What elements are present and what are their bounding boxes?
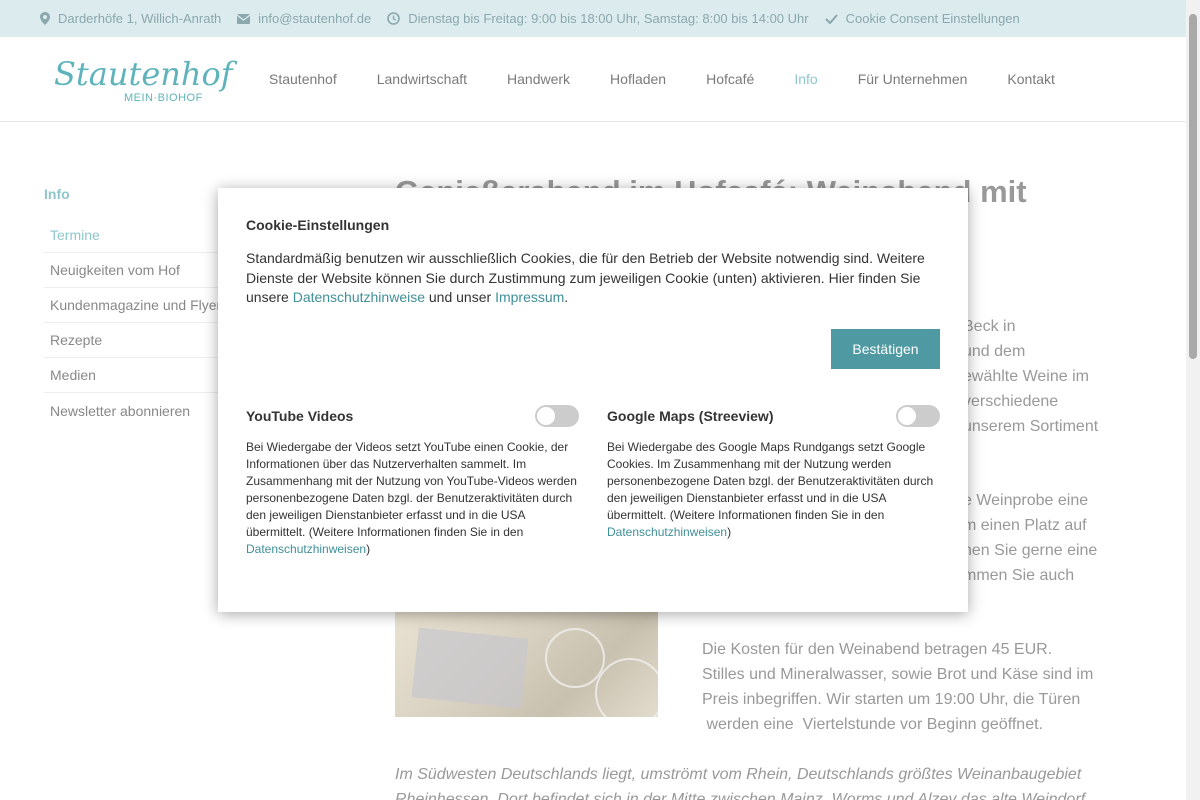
- image-paper-sheet: [411, 627, 529, 709]
- sidebar-item-medien[interactable]: Medien: [44, 358, 244, 393]
- image-glass: [545, 628, 605, 688]
- nav-kontakt[interactable]: Kontakt: [987, 71, 1074, 87]
- sidebar-item-rezepte[interactable]: Rezepte: [44, 323, 244, 358]
- main-nav: Stautenhof Landwirtschaft Handwerk Hofla…: [249, 37, 1075, 121]
- sidebar-item-kundenmagazine[interactable]: Kundenmagazine und Flyer: [44, 288, 244, 323]
- text-line: verschiedene: [963, 393, 1059, 410]
- intro-text-end: .: [564, 289, 569, 305]
- intro-text-middle: und unser: [425, 289, 496, 305]
- image-glass: [595, 658, 658, 717]
- page-scrollbar[interactable]: [1186, 0, 1200, 800]
- text-line: Beck in: [963, 318, 1016, 335]
- text-line: werden eine Viertelstunde vor Beginn geö…: [702, 716, 1043, 733]
- scrollbar-thumb[interactable]: [1189, 14, 1197, 359]
- privacy-notice-link[interactable]: Datenschutzhinweise: [293, 289, 425, 305]
- cookie-settings-dialog: Cookie-Einstellungen Standardmäßig benut…: [218, 188, 968, 612]
- nav-hofladen[interactable]: Hofladen: [590, 71, 686, 87]
- service-header: Google Maps (Streeview): [607, 403, 940, 429]
- service-title: YouTube Videos: [246, 408, 354, 424]
- logo-wordmark: Stautenhof: [54, 55, 238, 93]
- address-text: Darderhöfe 1, Willich-Anrath: [58, 11, 222, 26]
- service-desc-end: ): [366, 542, 371, 556]
- youtube-toggle[interactable]: [535, 405, 579, 427]
- stautenhof-logo[interactable]: Stautenhof MEIN·BIOHOF: [54, 55, 239, 105]
- nav-handwerk[interactable]: Handwerk: [487, 71, 590, 87]
- sidebar-title[interactable]: Info: [44, 186, 70, 202]
- service-desc-text: Bei Wiedergabe der Videos setzt YouTube …: [246, 440, 577, 539]
- confirm-button[interactable]: Bestätigen: [831, 329, 940, 369]
- service-google-maps: Google Maps (Streeview) Bei Wiedergabe d…: [607, 403, 940, 541]
- service-desc-end: ): [727, 525, 732, 539]
- article-paragraph-2: e Weinprobe eine m einen Platz auf nen S…: [963, 488, 1097, 588]
- text-line: mmen Sie auch: [963, 567, 1075, 584]
- location-pin-icon: [40, 12, 50, 25]
- toggle-knob: [537, 407, 555, 425]
- nav-landwirtschaft[interactable]: Landwirtschaft: [357, 71, 487, 87]
- sidebar-menu: Termine Neuigkeiten vom Hof Kundenmagazi…: [44, 218, 244, 428]
- article-italic-paragraph: Im Südwesten Deutschlands liegt, umström…: [395, 762, 1085, 800]
- article-paragraph-1: Beck in und dem ewählte Weine im verschi…: [963, 314, 1098, 439]
- nav-stautenhof[interactable]: Stautenhof: [249, 71, 357, 87]
- envelope-icon: [237, 13, 251, 24]
- text-line: m einen Platz auf: [963, 517, 1087, 534]
- youtube-privacy-link[interactable]: Datenschutzhinweisen: [246, 542, 366, 556]
- nav-fuer-unternehmen[interactable]: Für Unternehmen: [838, 71, 988, 87]
- text-line: e Weinprobe eine: [963, 492, 1089, 509]
- sidebar-item-newsletter[interactable]: Newsletter abonnieren: [44, 393, 244, 428]
- hours-text: Dienstag bis Freitag: 9:00 bis 18:00 Uhr…: [408, 11, 809, 26]
- sidebar-item-termine[interactable]: Termine: [44, 218, 244, 253]
- clock-icon: [387, 12, 401, 25]
- text-line: Die Kosten für den Weinabend betragen 45…: [702, 641, 1053, 658]
- site-header: Stautenhof MEIN·BIOHOF Stautenhof Landwi…: [0, 37, 1186, 122]
- nav-info[interactable]: Info: [774, 71, 837, 87]
- imprint-link[interactable]: Impressum: [495, 289, 564, 305]
- email-link[interactable]: info@stautenhof.de: [258, 11, 371, 26]
- text-line: nen Sie gerne eine: [963, 542, 1098, 559]
- text-line: Rheinhessen. Dort befindet sich in der M…: [395, 791, 1086, 800]
- text-line: Im Südwesten Deutschlands liegt, umström…: [395, 766, 1082, 783]
- service-youtube: YouTube Videos Bei Wiedergabe der Videos…: [246, 403, 579, 558]
- text-line: ewählte Weine im: [963, 368, 1089, 385]
- dialog-intro-text: Standardmäßig benutzen wir ausschließlic…: [246, 249, 946, 308]
- cookie-consent-link[interactable]: Cookie Consent Einstellungen: [846, 11, 1020, 26]
- address-item: Darderhöfe 1, Willich-Anrath: [40, 11, 221, 26]
- text-line: Preis inbegriffen. Wir starten um 19:00 …: [702, 691, 1081, 708]
- wine-glasses-image: [395, 608, 658, 717]
- text-line: unserem Sortiment: [963, 418, 1099, 435]
- email-item[interactable]: info@stautenhof.de: [237, 11, 371, 26]
- service-title: Google Maps (Streeview): [607, 408, 774, 424]
- service-desc-text: Bei Wiedergabe des Google Maps Rundgangs…: [607, 440, 934, 522]
- checkmark-icon: [824, 13, 838, 24]
- text-line: Stilles und Mineralwasser, sowie Brot un…: [702, 666, 1094, 683]
- google-maps-toggle[interactable]: [896, 405, 940, 427]
- service-header: YouTube Videos: [246, 403, 579, 429]
- cookie-consent-item[interactable]: Cookie Consent Einstellungen: [824, 11, 1020, 26]
- hours-item: Dienstag bis Freitag: 9:00 bis 18:00 Uhr…: [387, 11, 809, 26]
- toggle-knob: [898, 407, 916, 425]
- sidebar-item-neuigkeiten[interactable]: Neuigkeiten vom Hof: [44, 253, 244, 288]
- logo-subtitle: MEIN·BIOHOF: [124, 92, 203, 104]
- dialog-title: Cookie-Einstellungen: [246, 217, 390, 233]
- text-line: und dem: [963, 343, 1026, 360]
- service-description: Bei Wiedergabe des Google Maps Rundgangs…: [607, 439, 940, 541]
- article-paragraph-3: Die Kosten für den Weinabend betragen 45…: [702, 637, 1093, 737]
- maps-privacy-link[interactable]: Datenschutzhinweisen: [607, 525, 727, 539]
- top-info-bar: Darderhöfe 1, Willich-Anrath info@staute…: [0, 0, 1186, 37]
- service-description: Bei Wiedergabe der Videos setzt YouTube …: [246, 439, 579, 558]
- nav-hofcafe[interactable]: Hofcafé: [686, 71, 774, 87]
